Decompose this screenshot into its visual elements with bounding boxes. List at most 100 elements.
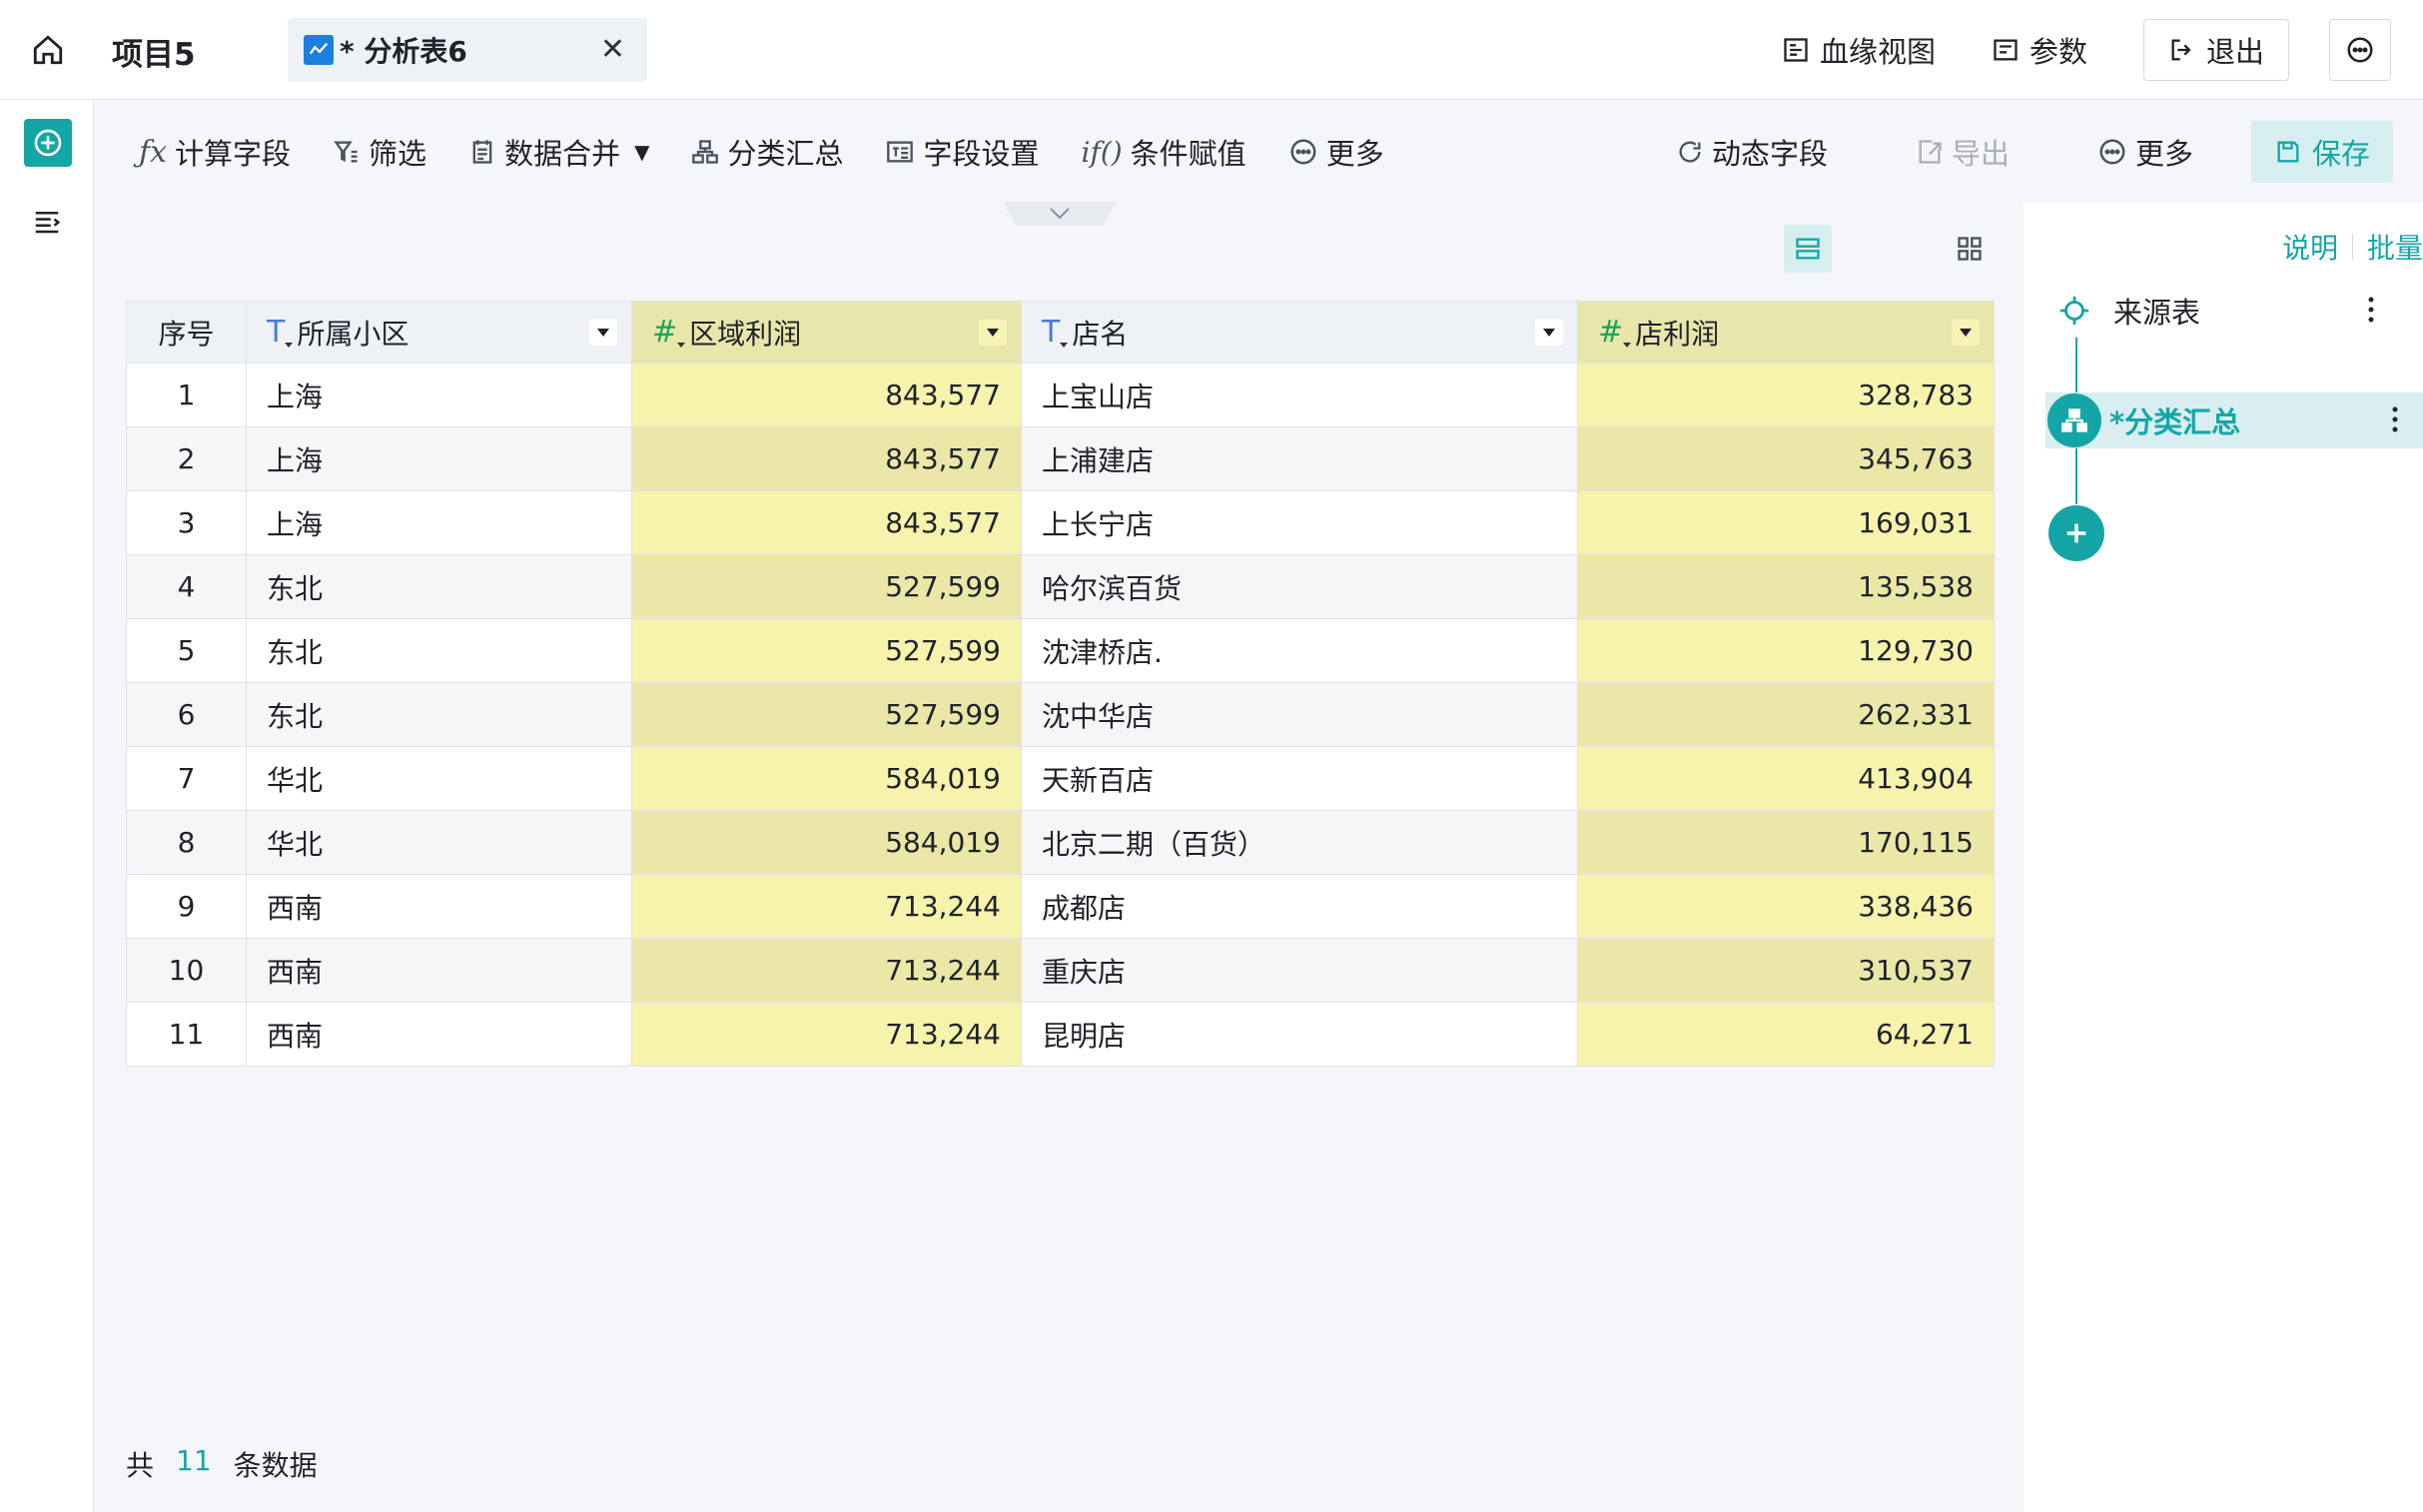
column-header-store-name[interactable]: T 店名 <box>1021 301 1578 364</box>
params-link[interactable]: 参数 <box>1992 29 2087 71</box>
column-menu-button[interactable] <box>1535 320 1563 346</box>
caret-down-icon <box>597 329 609 337</box>
kebab-menu-icon[interactable] <box>2367 295 2375 329</box>
step-source-table[interactable]: 来源表 <box>2025 283 2399 339</box>
column-menu-button[interactable] <box>589 320 617 346</box>
outline-button[interactable] <box>32 207 62 241</box>
refresh-icon <box>1676 138 1704 166</box>
cell-store-name: 上长宁店 <box>1021 490 1578 555</box>
home-button[interactable] <box>28 30 68 70</box>
save-icon <box>2277 141 2299 163</box>
table-row[interactable]: 8 华北 584,019 北京二期（百货） 170,115 <box>126 810 1995 875</box>
cell-region: 上海 <box>246 490 632 555</box>
table-row[interactable]: 9 西南 713,244 成都店 338,436 <box>126 874 1995 939</box>
caret-down-icon <box>1543 329 1555 337</box>
field-settings-button[interactable]: 字段设置 <box>885 131 1040 173</box>
lineage-view-link[interactable]: 血缘视图 <box>1782 29 1936 71</box>
params-icon <box>1994 39 2018 61</box>
cell-store-name: 北京二期（百货） <box>1021 810 1578 875</box>
record-count: 共 11 条数据 <box>126 1444 318 1484</box>
table-row[interactable]: 3 上海 843,577 上长宁店 169,031 <box>126 490 1995 555</box>
column-header-label: 区域利润 <box>689 317 802 351</box>
cell-region-profit: 584,019 <box>631 810 1022 875</box>
table-row[interactable]: 1 上海 843,577 上宝山店 328,783 <box>126 363 1995 427</box>
divider <box>2351 234 2353 260</box>
column-header-store-profit[interactable]: # 店利润 <box>1577 301 1995 364</box>
row-view-toggle[interactable] <box>1784 225 1832 273</box>
toolbar: ƒx 计算字段 筛选 数据合并 ▼ 分类汇总 字段设置 if() 条件赋值 更多 <box>95 101 2423 203</box>
table-row[interactable]: 10 西南 713,244 重庆店 310,537 <box>126 938 1995 1003</box>
cell-store-name: 沈中华店 <box>1021 682 1578 747</box>
table-row[interactable]: 4 东北 527,599 哈尔滨百货 135,538 <box>126 554 1995 619</box>
save-button[interactable]: 保存 <box>2251 121 2393 183</box>
table-row[interactable]: 5 东北 527,599 沈津桥店. 129,730 <box>126 618 1995 683</box>
cell-index: 9 <box>126 874 247 939</box>
cell-store-profit: 135,538 <box>1577 554 1995 619</box>
record-count-value: 11 <box>176 1444 212 1477</box>
row-view-icon <box>1796 238 1820 260</box>
cell-region: 西南 <box>246 938 632 1003</box>
cell-store-name: 沈津桥店. <box>1021 618 1578 683</box>
column-menu-button[interactable] <box>1952 320 1980 346</box>
column-header-label: 所属小区 <box>297 317 409 351</box>
table-row[interactable]: 2 上海 843,577 上浦建店 345,763 <box>126 426 1995 491</box>
group-summary-button[interactable]: 分类汇总 <box>691 131 843 173</box>
group-icon <box>2047 393 2101 447</box>
cell-store-name: 天新百店 <box>1021 746 1578 811</box>
lineage-icon <box>1784 38 1808 62</box>
field-settings-icon <box>885 138 915 166</box>
data-merge-label: 数据合并 <box>504 137 621 171</box>
more-options-button[interactable] <box>2329 19 2391 81</box>
cell-region: 华北 <box>246 810 632 875</box>
cell-store-name: 重庆店 <box>1021 938 1578 1003</box>
add-step-button[interactable] <box>2048 505 2104 561</box>
cell-region-profit: 713,244 <box>631 938 1022 1003</box>
tab-analysis-table[interactable]: * 分析表6 ✕ <box>288 18 647 82</box>
cell-region: 华北 <box>246 746 632 811</box>
field-settings-label: 字段设置 <box>923 137 1040 171</box>
table-row[interactable]: 6 东北 527,599 沈中华店 262,331 <box>126 682 1995 747</box>
cell-region-profit: 527,599 <box>631 618 1022 683</box>
add-node-button[interactable] <box>24 119 72 167</box>
more-tools-button[interactable]: 更多 <box>1288 131 1384 173</box>
tab-label: * 分析表6 <box>340 35 467 68</box>
table-row[interactable]: 7 华北 584,019 天新百店 413,904 <box>126 746 1995 811</box>
column-menu-button[interactable] <box>979 320 1007 346</box>
cell-region-profit: 843,577 <box>631 363 1022 427</box>
cell-region-profit: 713,244 <box>631 1002 1022 1067</box>
filter-button[interactable]: 筛选 <box>333 131 426 173</box>
column-header-region-profit[interactable]: # 区域利润 <box>631 301 1022 364</box>
chevron-down-icon <box>1050 208 1070 220</box>
step-label: *分类汇总 <box>2109 405 2241 439</box>
exit-button[interactable]: 退出 <box>2143 19 2289 81</box>
calc-field-button[interactable]: ƒx 计算字段 <box>139 131 291 173</box>
close-icon[interactable]: ✕ <box>600 32 625 67</box>
record-count-prefix: 共 <box>126 1449 155 1482</box>
fx-icon: ƒx <box>139 134 168 170</box>
data-merge-button[interactable]: 数据合并 ▼ <box>468 131 649 173</box>
left-rail <box>0 101 94 1512</box>
cell-region-profit: 713,244 <box>631 874 1022 939</box>
column-header-region[interactable]: T 所属小区 <box>246 301 632 364</box>
collapse-toolbar-tab[interactable] <box>1003 202 1117 226</box>
kebab-menu-icon[interactable] <box>2391 404 2399 438</box>
save-label: 保存 <box>2311 137 2370 171</box>
lineage-view-label: 血缘视图 <box>1819 35 1936 69</box>
batch-link[interactable]: 批量 <box>2367 227 2423 267</box>
cell-store-profit: 345,763 <box>1577 426 1995 491</box>
cell-store-profit: 328,783 <box>1577 363 1995 427</box>
group-icon <box>691 138 719 166</box>
table-header-row: 序号 T 所属小区 # 区域利润 T 店名 # 店利润 <box>126 301 1995 364</box>
dynamic-field-button[interactable]: 动态字段 <box>1676 131 1828 173</box>
table-row[interactable]: 11 西南 713,244 昆明店 64,271 <box>126 1002 1995 1067</box>
plus-circle-icon <box>34 129 62 157</box>
step-group-summary[interactable]: *分类汇总 <box>2045 392 2423 448</box>
more-actions-button[interactable]: 更多 <box>2097 131 2193 173</box>
cell-region: 东北 <box>246 554 632 619</box>
grid-view-toggle[interactable] <box>1946 225 1994 273</box>
export-button[interactable]: 导出 <box>1916 131 2010 173</box>
conditional-assign-button[interactable]: if() 条件赋值 <box>1082 131 1246 173</box>
cell-region: 上海 <box>246 363 632 427</box>
cell-store-profit: 170,115 <box>1577 810 1995 875</box>
description-link[interactable]: 说明 <box>2282 227 2338 267</box>
